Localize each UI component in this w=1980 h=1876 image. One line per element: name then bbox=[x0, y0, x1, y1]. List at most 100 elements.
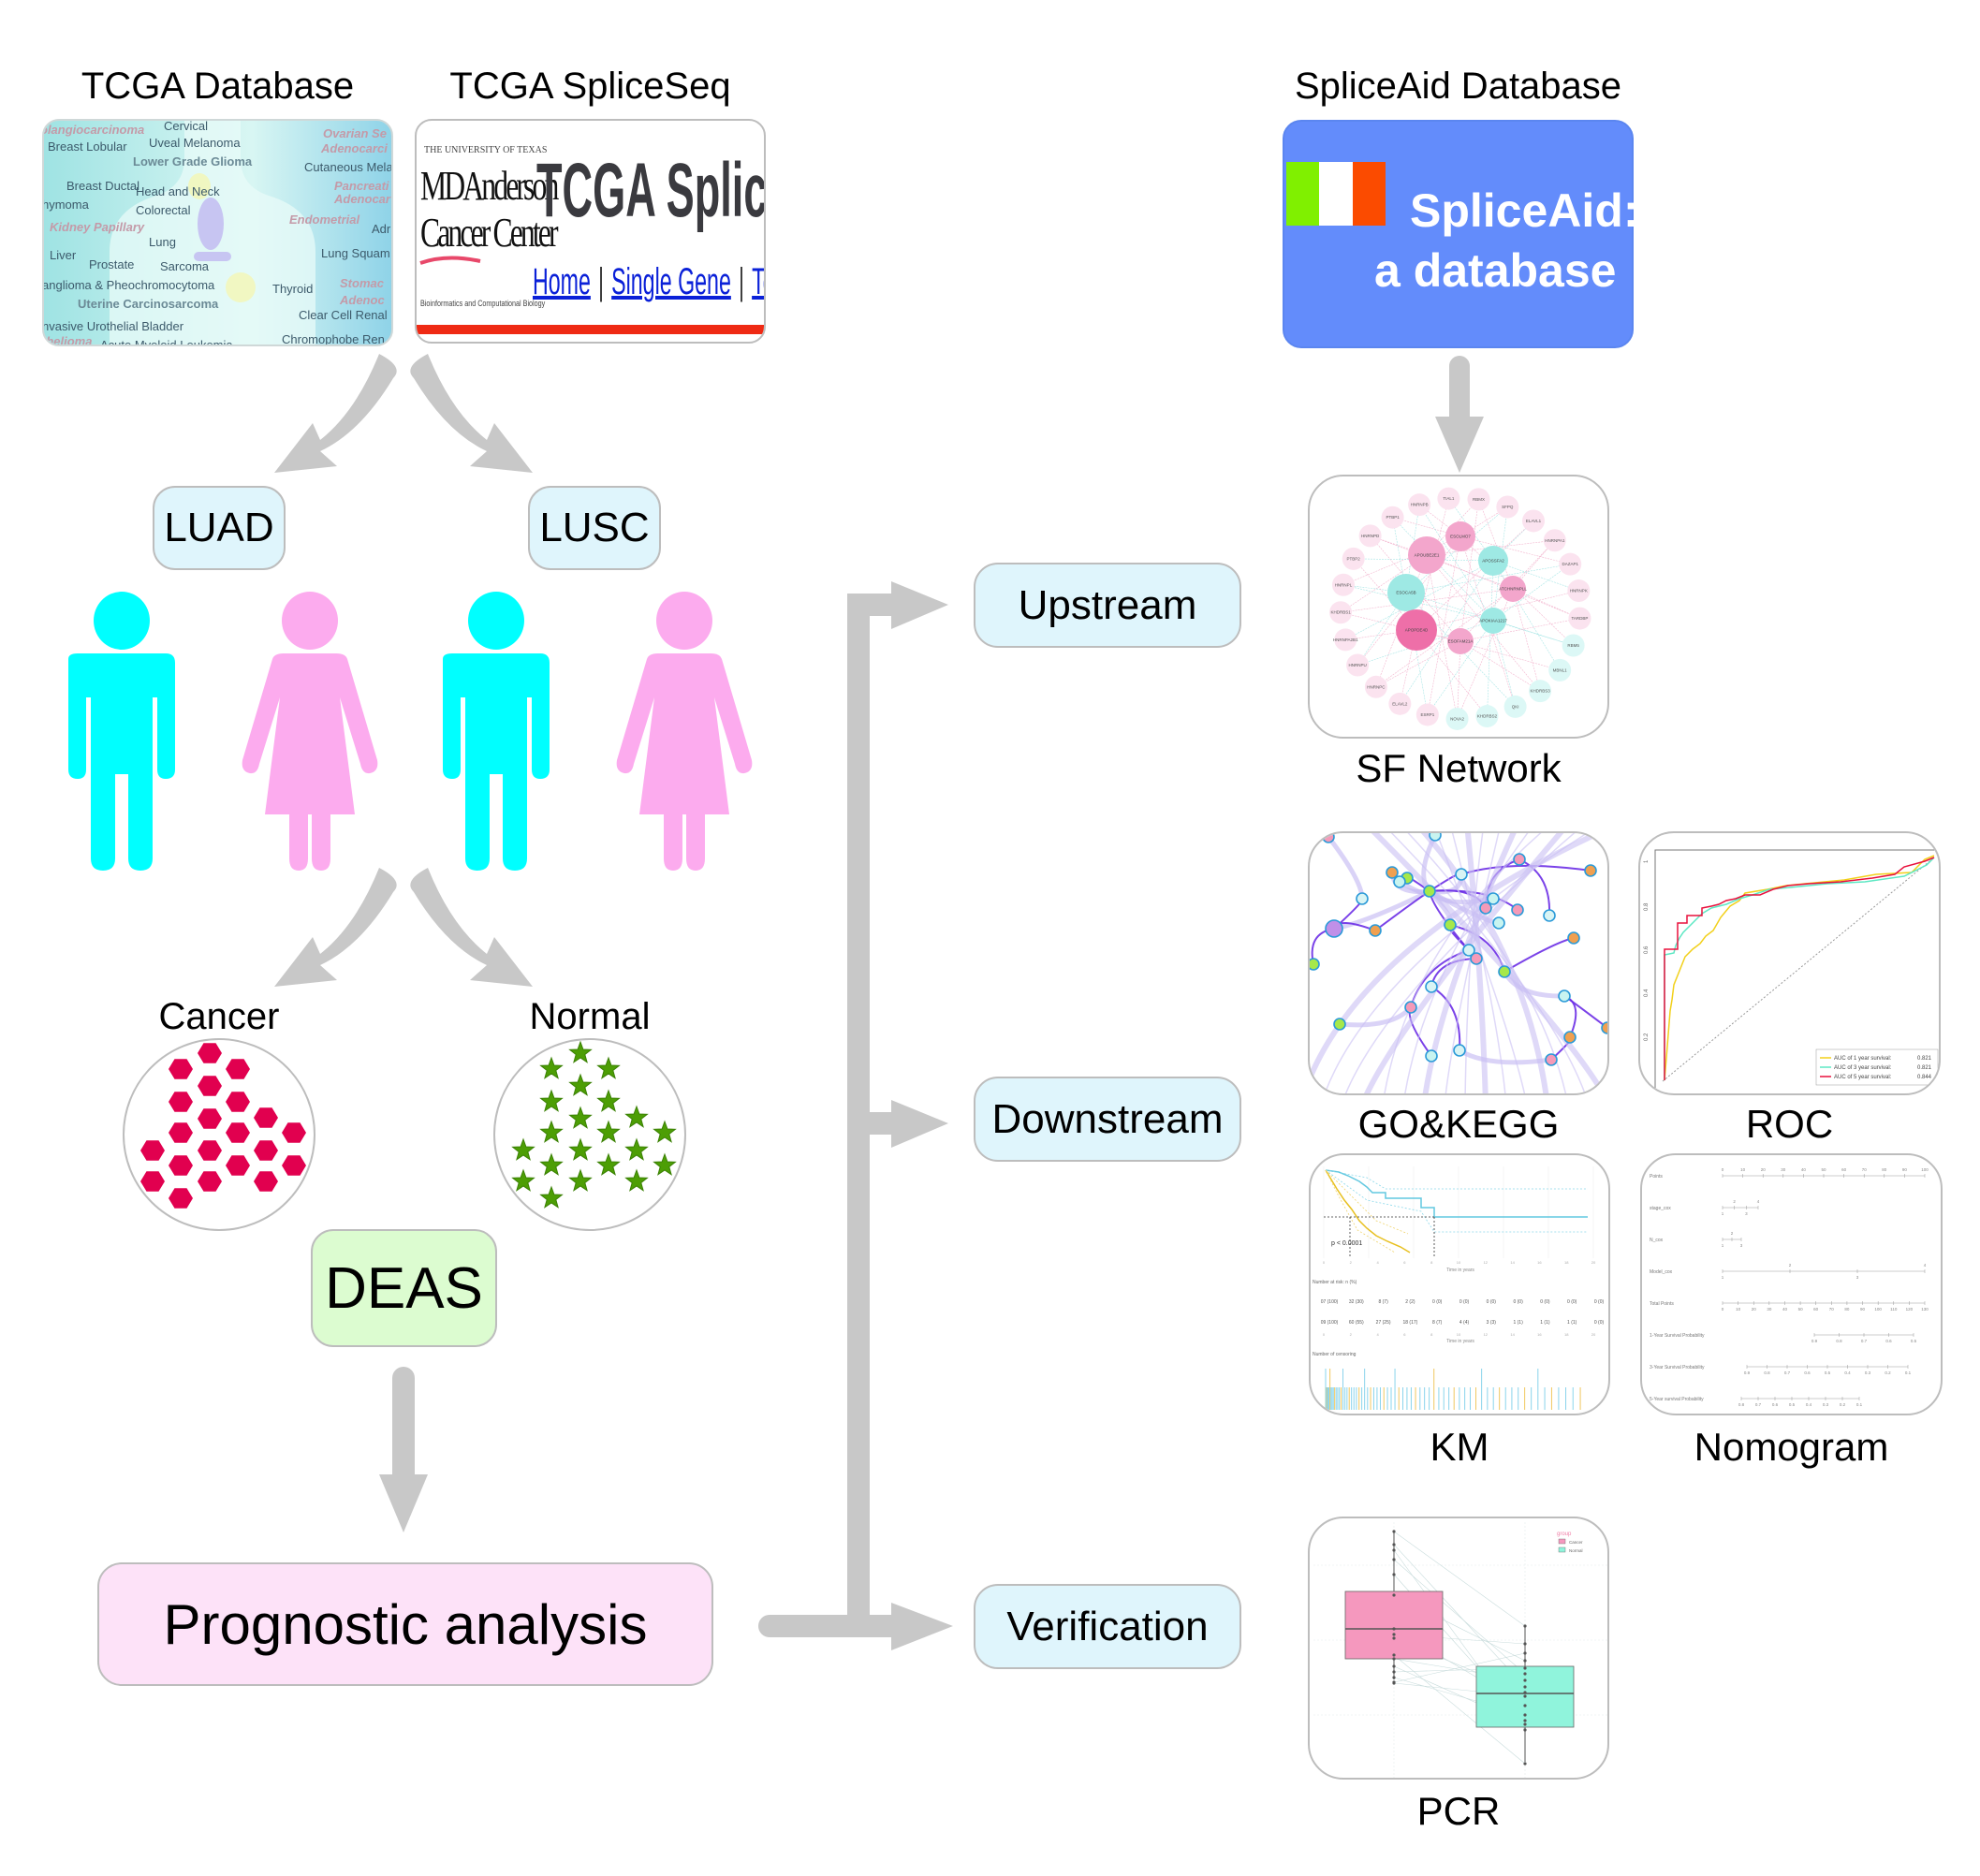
nomogram-tick-label: 90 bbox=[1902, 1167, 1908, 1172]
km-x-tick: 14 bbox=[1510, 1332, 1515, 1337]
sf-node-label: HNRNPA1 bbox=[1545, 538, 1565, 543]
female-patient-icon bbox=[616, 592, 753, 871]
cancer-type-label: Liver bbox=[50, 248, 77, 262]
cancer-type-label: Ovarian Se bbox=[323, 126, 387, 140]
cancer-type-label: Adenoc bbox=[340, 293, 385, 307]
km-risk-cell: 1 (1) bbox=[1567, 1320, 1577, 1326]
nomogram-row-label: stage_cox bbox=[1650, 1206, 1671, 1211]
legend-value-5yr: 0.844 bbox=[1917, 1075, 1932, 1080]
nomogram-tick-label: 20 bbox=[1761, 1167, 1767, 1172]
cohort-lusc-label: LUSC bbox=[539, 505, 650, 550]
go-kegg-node bbox=[1386, 866, 1399, 879]
cancer-type-label: Endometrial bbox=[289, 213, 360, 227]
tcga-database-title: TCGA Database bbox=[81, 66, 355, 107]
cancer-type-label: Uveal Melanoma bbox=[149, 136, 241, 150]
nomogram-row-label: Points bbox=[1650, 1174, 1663, 1180]
cancer-type-label: Colorectal bbox=[136, 203, 191, 217]
cohort-luad-label: LUAD bbox=[164, 505, 274, 550]
cancer-type-label: Clear Cell Renal bbox=[299, 308, 388, 322]
go-kegg-node bbox=[1492, 916, 1505, 930]
roc-plot: 0.2 0.4 0.6 0.8 1 AUC of 1 year survival… bbox=[1644, 849, 1939, 1093]
sf-hub-node: APOPDE4D bbox=[1396, 609, 1437, 651]
km-x-tick: 8 bbox=[1430, 1260, 1433, 1265]
nomogram-tick-label: 30 bbox=[1767, 1307, 1772, 1312]
nomogram-tick-label: 0.8 bbox=[1836, 1339, 1842, 1343]
pcr-boxplot: group Cancer Normal bbox=[1313, 1522, 1607, 1778]
pcr-legend-cancer: Cancer bbox=[1569, 1540, 1583, 1545]
nomogram-row-label: N_cox bbox=[1650, 1238, 1664, 1243]
pcr-caption: PCR bbox=[1416, 1789, 1501, 1833]
cancer-type-label: hymoma bbox=[42, 198, 89, 212]
sf-node-label: TIAL1 bbox=[1443, 496, 1455, 501]
km-grid bbox=[1323, 1166, 1594, 1258]
sf-node: DAZAP1 bbox=[1559, 552, 1582, 576]
km-x-tick: 10 bbox=[1457, 1332, 1461, 1337]
go-kegg-edge bbox=[1371, 833, 1606, 1093]
go-kegg-node bbox=[1429, 833, 1442, 842]
sf-node-label: DAZAP1 bbox=[1562, 562, 1578, 566]
nomogram-tick-label: 10 bbox=[1736, 1307, 1741, 1312]
logo-swoosh-icon bbox=[419, 256, 481, 265]
sf-node: HNRNPB bbox=[1408, 493, 1431, 517]
cancer-type-label: Uterine Carcinosarcoma bbox=[78, 297, 219, 311]
sf-node: HNRNPD bbox=[1358, 524, 1382, 548]
nomogram-tick-label: 60 bbox=[1813, 1307, 1819, 1312]
nav-separator: | bbox=[598, 261, 605, 302]
sf-network-image: HNRNPB TIAL1 RBMX SFPQ ELAVL1 HNRNPA1 DAZAP1 HN… bbox=[1308, 475, 1609, 739]
go-kegg-node bbox=[1453, 1044, 1466, 1057]
pcr-point-normal bbox=[1523, 1704, 1527, 1707]
nomogram-tick-label: 0.8 bbox=[1764, 1370, 1770, 1375]
cancer-type-label: Kidney Papillary bbox=[50, 220, 145, 234]
sf-node: PTBP1 bbox=[1381, 506, 1404, 529]
nomogram-tick-label: 0.5 bbox=[1825, 1370, 1831, 1375]
nomogram-tick-label: 0.6 bbox=[1772, 1402, 1779, 1407]
km-x-tick: 0 bbox=[1323, 1332, 1326, 1337]
km-censoring-ticks bbox=[1325, 1369, 1581, 1410]
km-x-tick: 12 bbox=[1484, 1332, 1489, 1337]
nav-single-gene-link[interactable]: Single Gene bbox=[611, 261, 731, 302]
go-kegg-image bbox=[1308, 831, 1609, 1095]
pcr-point-cancer bbox=[1392, 1593, 1396, 1597]
sf-node-label: KHDRBS1 bbox=[1330, 610, 1351, 615]
pcr-point-normal bbox=[1523, 1722, 1527, 1726]
nomogram-tick-label: 0 bbox=[1722, 1167, 1724, 1172]
nav-top-events-link[interactable]: Top Ev bbox=[752, 261, 764, 302]
km-x-tick: 16 bbox=[1537, 1260, 1542, 1265]
pcr-point-cancer bbox=[1392, 1530, 1396, 1533]
sf-node: HNRNPA1 bbox=[1543, 529, 1566, 552]
nav-home-link[interactable]: Home bbox=[533, 261, 591, 302]
nomogram-tick-label: 0.1 bbox=[1905, 1370, 1912, 1375]
km-risk-cell: 0 (0) bbox=[1594, 1320, 1605, 1326]
sf-node-label: ELAVL1 bbox=[1526, 519, 1542, 523]
sf-hub-node: ESOLMO7 bbox=[1445, 521, 1475, 551]
cancer-type-label: Cutaneous Mela bbox=[304, 160, 393, 174]
km-risk-cell: 0 (0) bbox=[1459, 1299, 1470, 1305]
roc-y-tick: 0.6 bbox=[1644, 945, 1650, 954]
km-x-tick: 18 bbox=[1564, 1260, 1569, 1265]
roc-image: 0.2 0.4 0.6 0.8 1 AUC of 1 year survival… bbox=[1638, 831, 1941, 1095]
sf-node-label: HNRNPD bbox=[1361, 534, 1380, 538]
sf-hub-node: ESOFAM21A bbox=[1447, 628, 1474, 654]
km-risk-cell: 1 (1) bbox=[1540, 1320, 1550, 1326]
km-risk-cell: 8 (7) bbox=[1432, 1320, 1443, 1326]
sf-hub-label: APOKIAA1217 bbox=[1479, 619, 1507, 623]
cancer-type-label: anglioma & Pheochromocytoma bbox=[42, 278, 215, 292]
nomogram-tick-label: 40 bbox=[1782, 1307, 1788, 1312]
go-kegg-caption: GO&KEGG bbox=[1357, 1102, 1560, 1146]
nomogram-tick-label: 3 bbox=[1740, 1243, 1743, 1248]
km-risk-cell: 0 (0) bbox=[1567, 1299, 1577, 1305]
sf-node: TIAL1 bbox=[1437, 487, 1460, 510]
km-caption: KM bbox=[1430, 1425, 1489, 1469]
go-kegg-node bbox=[1455, 868, 1468, 881]
nomogram-caption: Nomogram bbox=[1694, 1425, 1889, 1469]
km-image: p < 0.0001 0 2 4 6 8 10 12 14 16 18 20 Time in yea… bbox=[1309, 1153, 1610, 1415]
nomogram-tick-label: 0.4 bbox=[1806, 1402, 1812, 1407]
bio-line: Bioinformatics and Computational Biology bbox=[420, 299, 546, 308]
cancer-type-label: Lung bbox=[149, 235, 176, 249]
km-x-tick: 2 bbox=[1350, 1260, 1353, 1265]
nomogram-tick-label: 0 bbox=[1722, 1307, 1724, 1312]
nomogram-row-label: Total Points bbox=[1650, 1301, 1674, 1307]
legend-swatch-normal bbox=[1558, 1546, 1566, 1553]
roc-legend: AUC of 1 year survival: 0.821 AUC of 3 y… bbox=[1815, 1048, 1939, 1086]
km-risk-cell: 18 (17) bbox=[1402, 1320, 1417, 1326]
